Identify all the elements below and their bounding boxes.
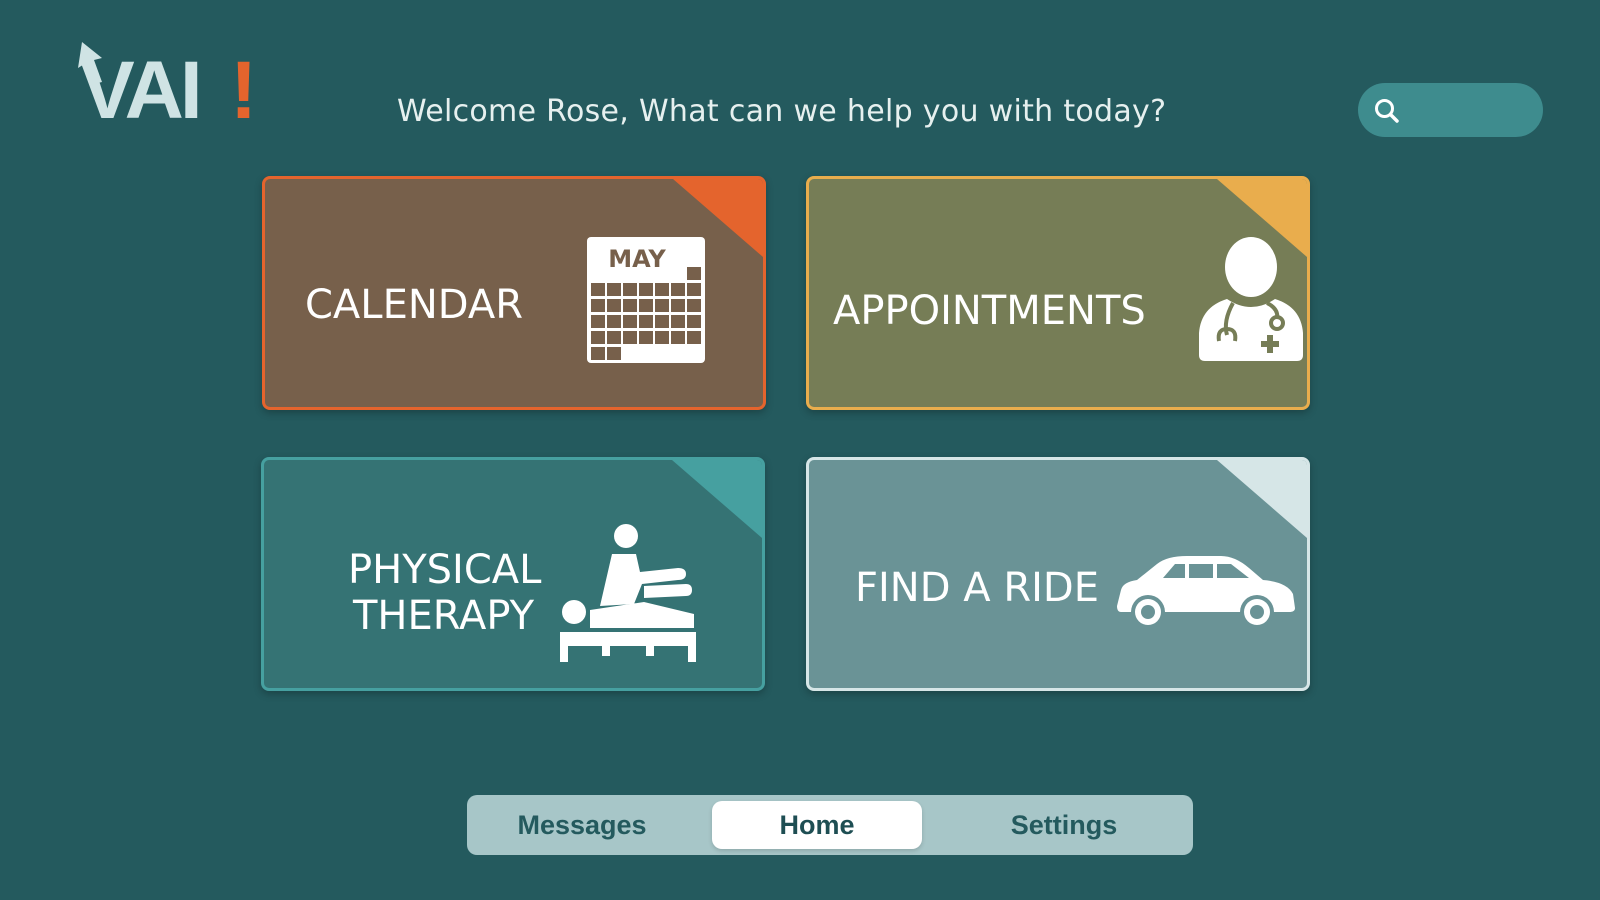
car-icon <box>1117 556 1297 630</box>
search-input[interactable] <box>1410 93 1534 129</box>
calendar-month: MAY <box>608 245 666 273</box>
calendar-card[interactable]: CALENDAR MAY <box>262 176 766 410</box>
physical-therapy-icon <box>560 524 700 662</box>
tab-home[interactable]: Home <box>712 801 922 849</box>
logo-text: VAI <box>80 45 199 124</box>
doctor-icon <box>1197 237 1305 365</box>
card-corner-accent <box>1217 460 1307 538</box>
therapy-label-line2: THERAPY <box>353 593 534 639</box>
welcome-message: Welcome Rose, What can we help you with … <box>397 94 1167 129</box>
search-box[interactable] <box>1358 83 1543 137</box>
bottom-tab-bar: Messages Home Settings <box>467 795 1193 855</box>
app-logo[interactable]: VAI ! <box>72 38 272 136</box>
tab-settings[interactable]: Settings <box>964 801 1164 849</box>
appointments-card[interactable]: APPOINTMENTS <box>806 176 1310 410</box>
ride-label: FIND A RIDE <box>855 565 1099 611</box>
physical-therapy-card[interactable]: PHYSICAL THERAPY <box>261 457 765 691</box>
appointments-label: APPOINTMENTS <box>833 288 1146 334</box>
calendar-icon: MAY <box>587 237 705 363</box>
calendar-label: CALENDAR <box>305 282 524 328</box>
logo-exclaim: ! <box>230 45 257 124</box>
logo-graphic: VAI ! <box>78 42 257 136</box>
find-a-ride-card[interactable]: FIND A RIDE <box>806 457 1310 691</box>
therapy-label-line1: PHYSICAL <box>348 547 542 593</box>
tab-messages[interactable]: Messages <box>479 801 685 849</box>
search-icon[interactable] <box>1372 96 1402 126</box>
